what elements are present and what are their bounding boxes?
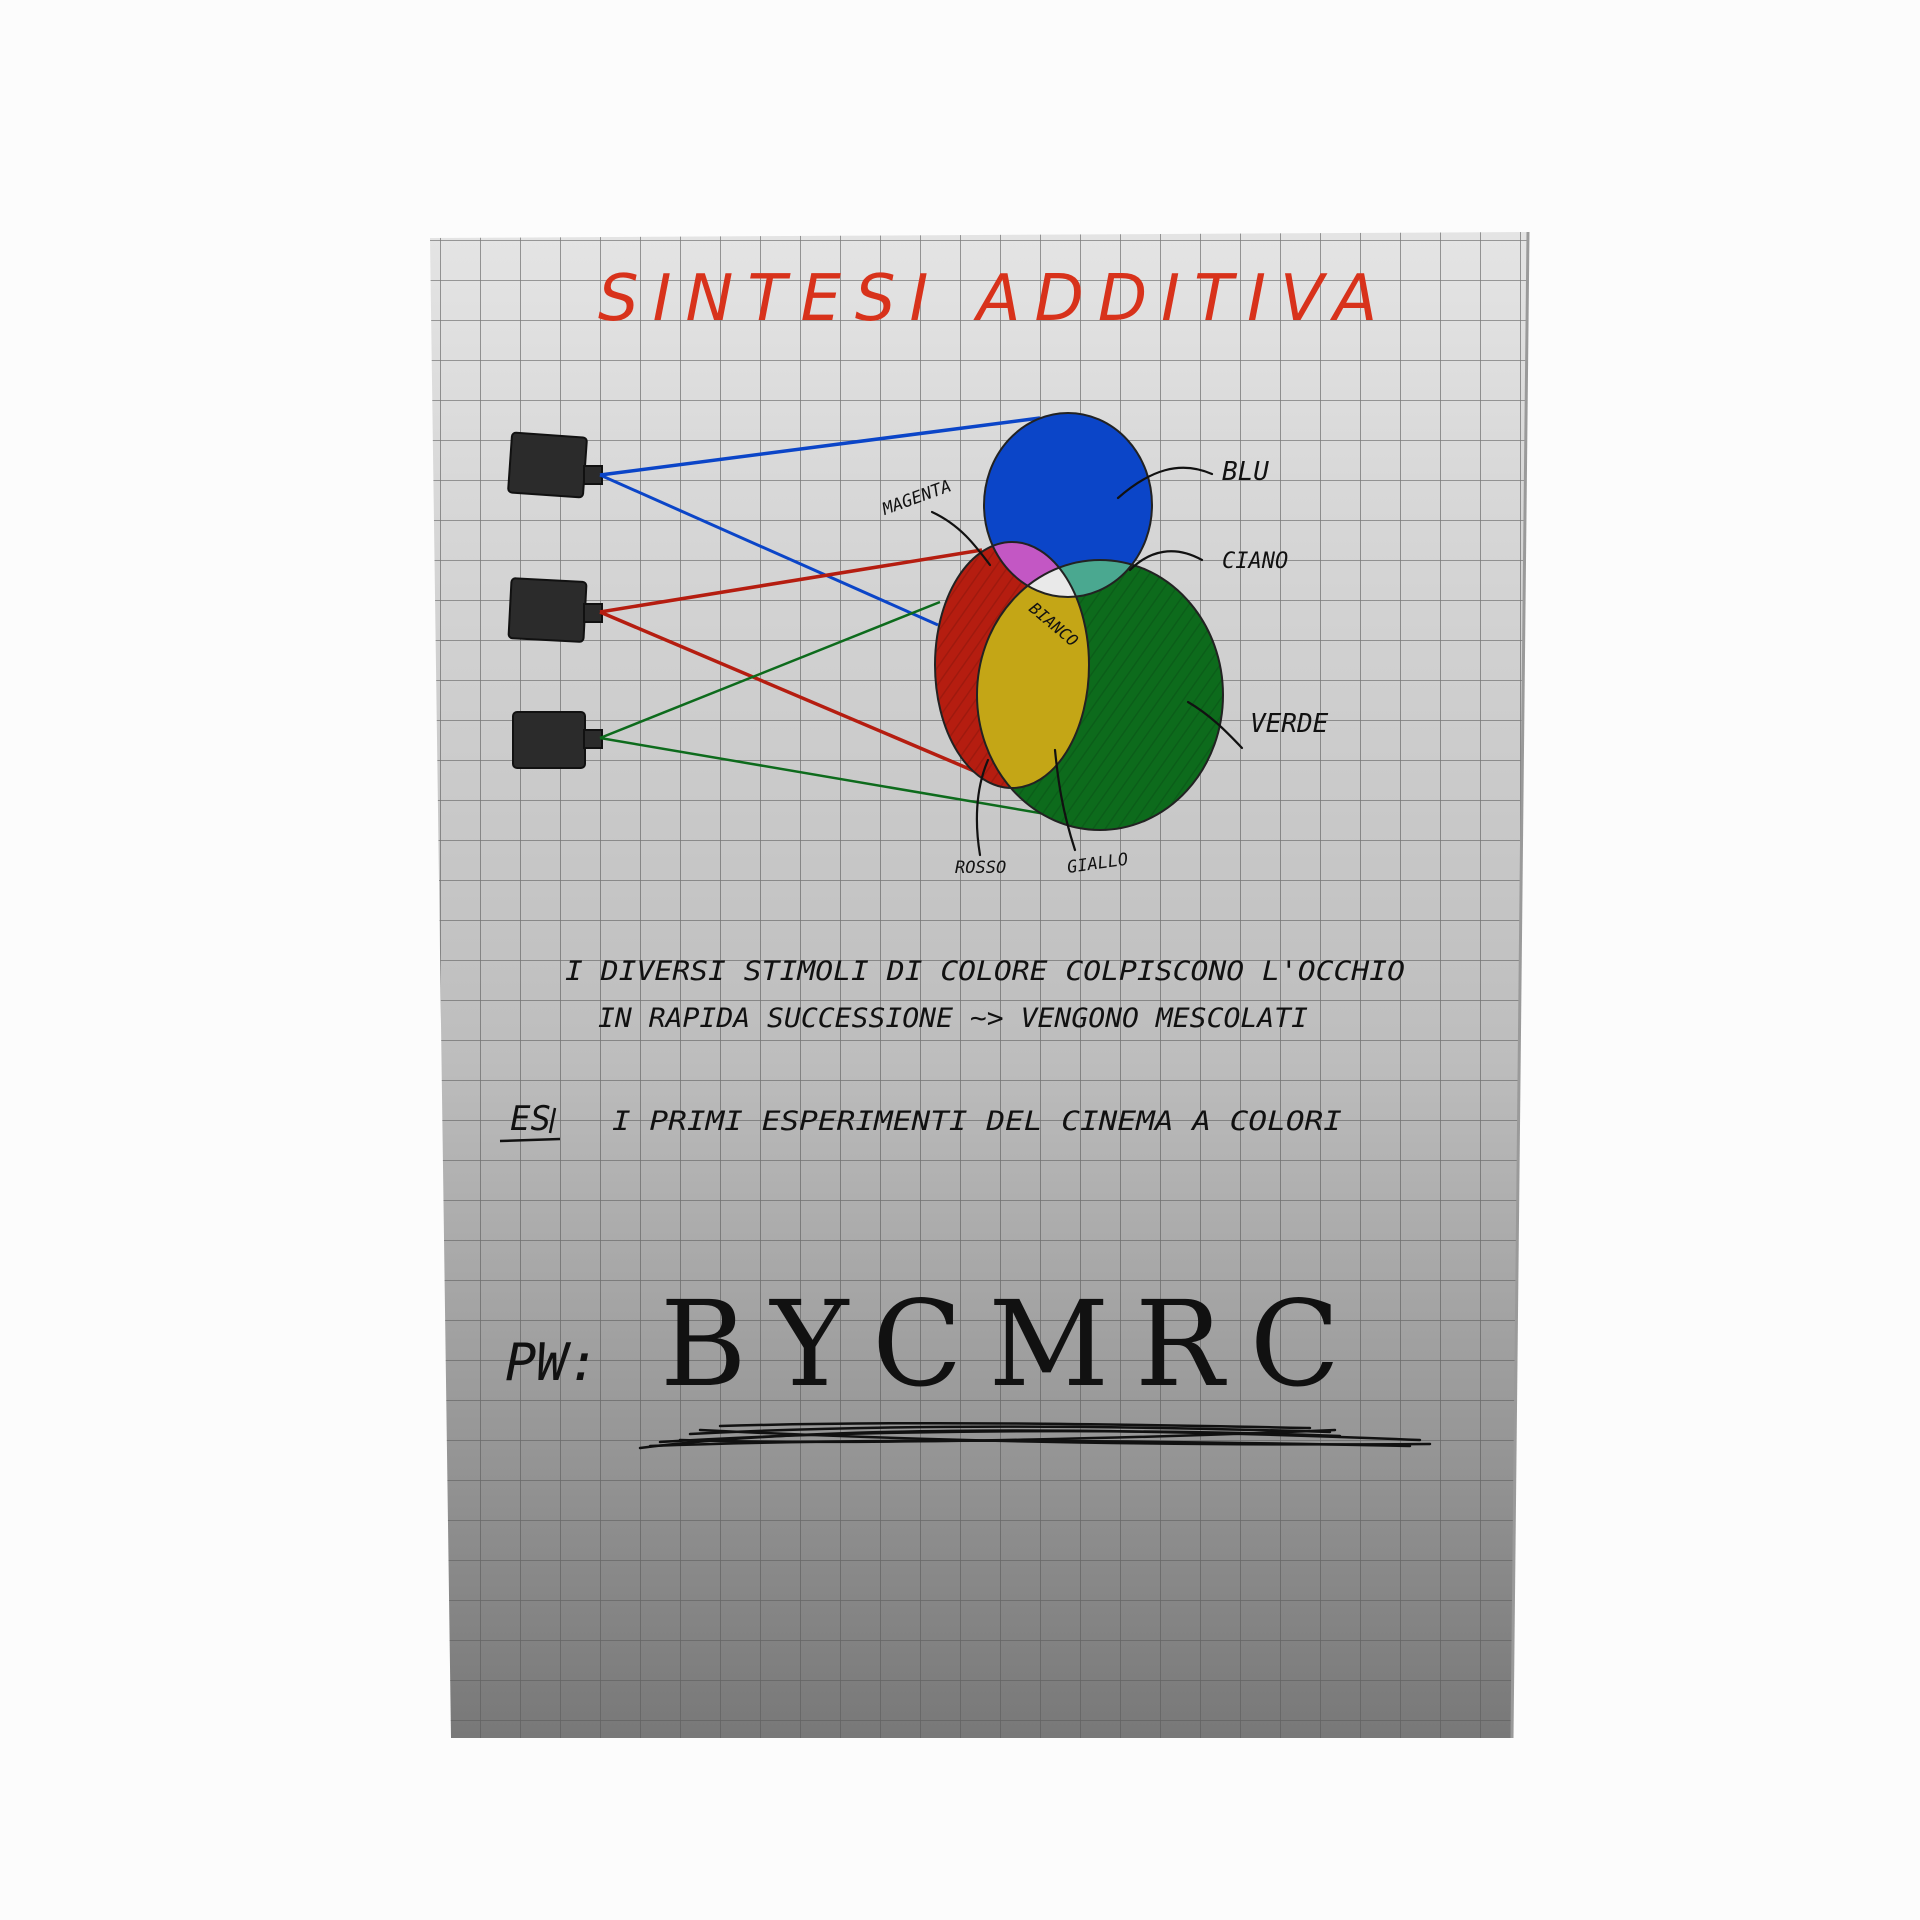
page-title: SINTESI ADDITIVA xyxy=(598,262,1391,336)
password-label: PW: xyxy=(505,1333,599,1393)
note-line-2: IN RAPIDA SUCCESSIONE ~> VENGONO MESCOLA… xyxy=(598,1003,1308,1034)
label-ciano: CIANO xyxy=(1222,549,1288,574)
sketch-scene: SINTESI ADDITIVA BLU CIANO VERDE MAGENTA… xyxy=(430,231,1530,1739)
label-rosso: ROSSO xyxy=(955,858,1006,878)
label-blu: BLU xyxy=(1222,457,1269,487)
example-text: I PRIMI ESPERIMENTI DEL CINEMA A COLORI xyxy=(612,1106,1342,1137)
example-label: ES xyxy=(510,1099,551,1139)
label-verde: VERDE xyxy=(1250,709,1329,739)
note-line-1: I DIVERSI STIMOLI DI COLORE COLPISCONO L… xyxy=(565,956,1405,987)
example-row: ES I PRIMI ESPERIMENTI DEL CINEMA A COLO… xyxy=(499,1099,1342,1143)
